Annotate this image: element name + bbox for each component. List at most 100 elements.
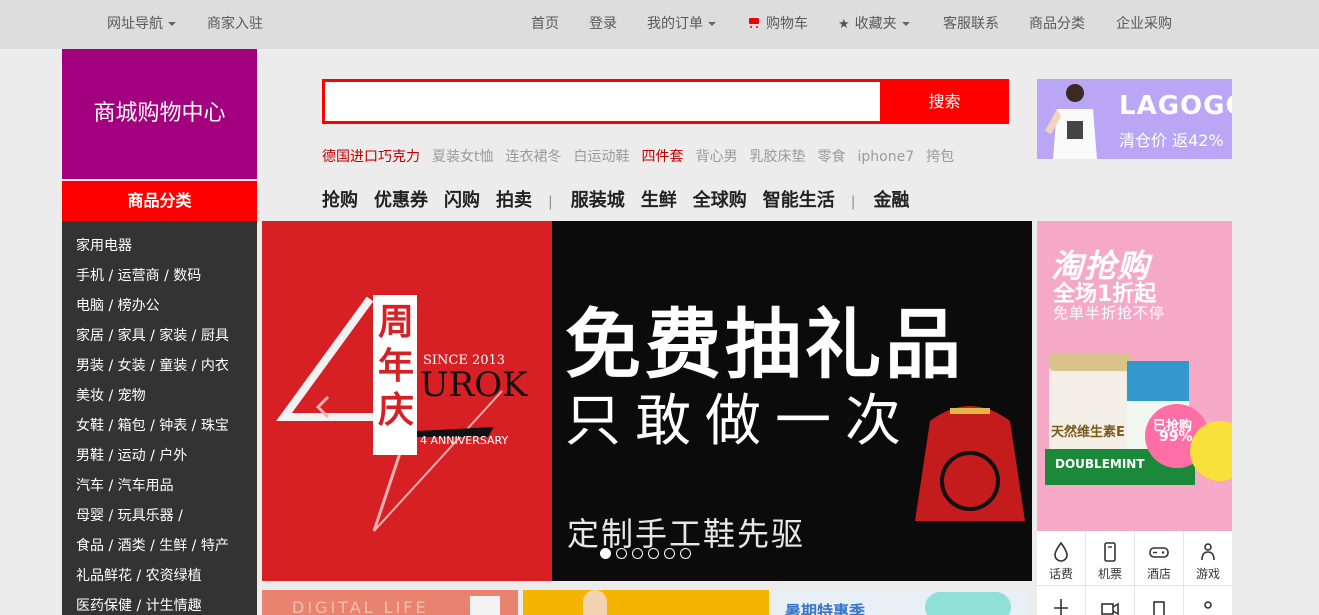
nav-flash-buy[interactable]: 闪购 [444, 190, 480, 211]
carousel-dot[interactable] [680, 548, 691, 559]
carousel-dot[interactable] [600, 548, 611, 559]
nav-flash-sale[interactable]: 抢购 [322, 190, 358, 211]
category-item[interactable]: 美妆 / 宠物 [62, 381, 257, 411]
sticker-percent: 99% [1159, 429, 1193, 445]
model-figure-image [1045, 84, 1097, 159]
location-icon [1204, 601, 1212, 609]
category-header: 商品分类 [62, 181, 257, 221]
home-link[interactable]: 首页 [531, 0, 559, 49]
nav-smart-life[interactable]: 智能生活 [763, 190, 835, 211]
search-input[interactable] [325, 82, 882, 121]
carousel-dot[interactable] [664, 548, 675, 559]
appliance-image [470, 596, 500, 615]
gamepad-icon [1149, 547, 1169, 558]
cart-link[interactable]: 购物车 [747, 0, 808, 49]
category-item[interactable]: 手机 / 运营商 / 数码 [62, 261, 257, 291]
carousel-dot[interactable] [616, 548, 627, 559]
main-nav: 抢购 优惠券 闪购 拍卖 | 服装城 生鲜 全球购 智能生活 | 金融 [322, 186, 925, 216]
carousel-dot[interactable] [648, 548, 659, 559]
lucky-bag-image [915, 406, 1025, 521]
lagogo-ad[interactable]: LAGOGO 清仓价 返42% [1037, 79, 1232, 159]
service-label: 机票 [1097, 567, 1122, 581]
cart-icon [747, 17, 761, 29]
cart-label: 购物车 [766, 16, 808, 32]
category-item[interactable]: 女鞋 / 箱包 / 钟表 / 珠宝 [62, 411, 257, 441]
carousel-dot[interactable] [632, 548, 643, 559]
hot-keyword[interactable]: 四件套 [642, 149, 684, 165]
taoqianggou-promo[interactable]: 淘抢购 全场1折起 免单半折抢不停 天然维生素E DOUBLEMINT 已抢购 … [1037, 221, 1232, 531]
login-link[interactable]: 登录 [589, 0, 617, 49]
category-item[interactable]: 家用电器 [62, 231, 257, 261]
favorites-menu[interactable]: ★ 收藏夹 [838, 0, 910, 49]
promo-note: 免单半折抢不停 [1053, 304, 1166, 322]
hot-keywords: 德国进口巧克力 夏装女t恤 连衣裙冬 白运动鞋 四件套 背心男 乳胶床垫 零食 iphone7 挎… [322, 146, 966, 168]
category-item[interactable]: 礼品鲜花 / 农资绿植 [62, 561, 257, 591]
star-icon: ★ [838, 17, 850, 32]
merchant-join-link[interactable]: 商家入驻 [207, 0, 263, 49]
thumb-fashion[interactable] [523, 590, 769, 615]
drop-icon [1054, 541, 1068, 562]
hot-keyword[interactable]: 挎包 [926, 149, 954, 165]
my-orders-menu[interactable]: 我的订单 [647, 0, 716, 49]
anniversary-label: 4 ANNIVERSARY [420, 434, 509, 447]
enterprise-purchase-link[interactable]: 企业采购 [1116, 0, 1172, 49]
category-item[interactable]: 食品 / 酒类 / 生鲜 / 特产 [62, 531, 257, 561]
service-cell[interactable] [1037, 586, 1086, 615]
video-icon [1101, 602, 1119, 615]
service-games[interactable]: 游戏 [1184, 531, 1232, 586]
main-banner[interactable]: 周 年 庆 SINCE 2013 UROK 4 ANNIVERSARY 免费抽礼… [262, 221, 1032, 581]
service-cell[interactable] [1086, 586, 1135, 615]
thumb-summer-sale[interactable]: 暑期特惠季 [775, 590, 1031, 615]
banner-subline: 只敢做一次 [565, 389, 915, 454]
category-item[interactable]: 男鞋 / 运动 / 户外 [62, 441, 257, 471]
service-cell[interactable] [1135, 586, 1184, 615]
hot-keyword[interactable]: 德国进口巧克力 [322, 149, 420, 165]
site-nav-label: 网址导航 [107, 16, 163, 32]
nav-finance[interactable]: 金融 [873, 190, 909, 211]
ad-subtitle: 清仓价 返42% [1119, 131, 1224, 150]
hot-keyword[interactable]: 连衣裙冬 [506, 149, 562, 165]
hot-keyword[interactable]: 零食 [818, 149, 846, 165]
category-item[interactable]: 家居 / 家具 / 家装 / 厨具 [62, 321, 257, 351]
anniversary-chars: 周 年 庆 [376, 301, 416, 433]
hot-keyword[interactable]: 白运动鞋 [574, 149, 630, 165]
service-label: 酒店 [1146, 567, 1171, 581]
nav-global[interactable]: 全球购 [693, 190, 747, 211]
hot-keyword[interactable]: 夏装女t恤 [432, 149, 494, 165]
category-item[interactable]: 电脑 / 榜办公 [62, 291, 257, 321]
category-item[interactable]: 母婴 / 玩具乐器 / [62, 501, 257, 531]
categories-link[interactable]: 商品分类 [1029, 0, 1085, 49]
category-item[interactable]: 医药保健 / 计生情趣 [62, 591, 257, 615]
bottle-label: 天然维生素E [1051, 425, 1125, 440]
plane-icon [1054, 599, 1068, 615]
service-grid: 话费 机票 酒店 游戏 [1037, 531, 1232, 615]
thumb-title: DIGITAL LIFE [292, 598, 429, 615]
product-image [925, 592, 1011, 615]
hot-keyword[interactable]: 背心男 [696, 149, 738, 165]
site-logo[interactable]: 商城购物中心 [62, 49, 257, 179]
hot-keyword[interactable]: 乳胶床垫 [750, 149, 806, 165]
hot-keyword[interactable]: iphone7 [858, 149, 915, 165]
nav-auction[interactable]: 拍卖 [496, 190, 532, 211]
anniv-char: 庆 [377, 390, 414, 431]
site-nav-menu[interactable]: 网址导航 [107, 0, 176, 49]
chevron-down-icon [708, 22, 716, 26]
thumb-digital-life[interactable]: DIGITAL LIFE [262, 590, 518, 615]
chevron-down-icon [168, 22, 176, 26]
nav-separator: | [548, 194, 553, 210]
nav-clothing[interactable]: 服装城 [571, 190, 625, 211]
service-flight[interactable]: 机票 [1086, 531, 1135, 586]
carousel-dots [600, 544, 696, 559]
service-cell[interactable] [1184, 586, 1232, 615]
search-button[interactable]: 搜索 [880, 79, 1009, 124]
nav-separator: | [850, 194, 856, 210]
customer-service-link[interactable]: 客服联系 [943, 0, 999, 49]
service-hotel[interactable]: 酒店 [1135, 531, 1184, 586]
category-item[interactable]: 汽车 / 汽车用品 [62, 471, 257, 501]
category-item[interactable]: 男装 / 女装 / 童装 / 内衣 [62, 351, 257, 381]
nav-coupons[interactable]: 优惠券 [374, 190, 428, 211]
service-phone-recharge[interactable]: 话费 [1037, 531, 1086, 586]
category-list: 家用电器 手机 / 运营商 / 数码 电脑 / 榜办公 家居 / 家具 / 家装… [62, 221, 257, 615]
service-label: 话费 [1048, 567, 1073, 581]
nav-fresh[interactable]: 生鲜 [641, 190, 677, 211]
